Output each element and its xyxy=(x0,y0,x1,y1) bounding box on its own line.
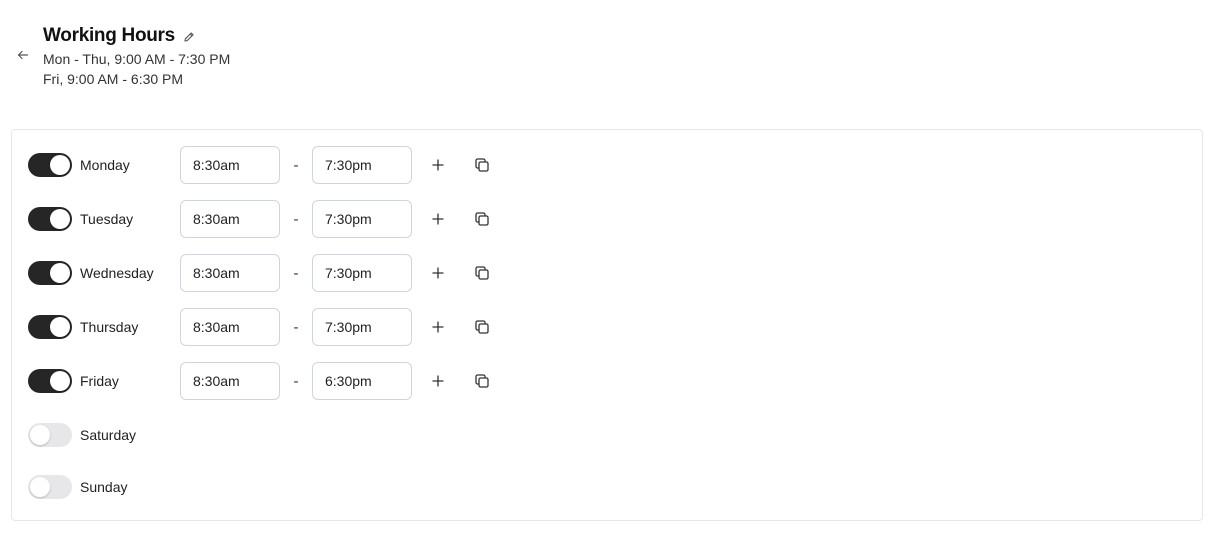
day-label-tuesday: Tuesday xyxy=(80,211,134,227)
day-label-friday: Friday xyxy=(80,373,119,389)
add-interval-button-monday[interactable] xyxy=(427,154,449,176)
edit-title-button[interactable] xyxy=(182,30,196,44)
copy-icon xyxy=(475,158,489,172)
start-time-thursday[interactable] xyxy=(180,308,280,346)
toggle-knob xyxy=(50,371,70,391)
day-label-thursday: Thursday xyxy=(80,319,139,335)
page-title: Working Hours xyxy=(43,25,175,46)
day-row-sunday: Sunday xyxy=(28,468,180,506)
plus-icon xyxy=(432,159,444,171)
arrow-left-icon xyxy=(17,50,29,60)
time-separator: - xyxy=(293,318,299,336)
copy-times-button-wednesday[interactable] xyxy=(471,262,493,284)
time-separator: - xyxy=(293,210,299,228)
toggle-friday[interactable] xyxy=(28,369,72,393)
toggle-knob xyxy=(50,155,70,175)
end-time-friday[interactable] xyxy=(312,362,412,400)
time-separator: - xyxy=(293,264,299,282)
end-time-tuesday[interactable] xyxy=(312,200,412,238)
start-time-monday[interactable] xyxy=(180,146,280,184)
day-row-monday: Monday - xyxy=(28,146,493,184)
day-label-sunday: Sunday xyxy=(80,479,128,495)
add-interval-button-thursday[interactable] xyxy=(427,316,449,338)
add-interval-button-wednesday[interactable] xyxy=(427,262,449,284)
time-separator: - xyxy=(293,156,299,174)
schedule-card: Monday - Tuesday - xyxy=(11,129,1203,521)
copy-icon xyxy=(475,266,489,280)
day-row-thursday: Thursday - xyxy=(28,308,493,346)
toggle-knob xyxy=(50,317,70,337)
day-label-monday: Monday xyxy=(80,157,130,173)
toggle-knob xyxy=(30,477,50,497)
title-row: Working Hours xyxy=(43,24,230,48)
toggle-monday[interactable] xyxy=(28,153,72,177)
pencil-icon xyxy=(184,32,194,42)
start-time-wednesday[interactable] xyxy=(180,254,280,292)
toggle-knob xyxy=(50,209,70,229)
copy-times-button-thursday[interactable] xyxy=(471,316,493,338)
schedule-summary-line-1: Mon - Thu, 9:00 AM - 7:30 PM xyxy=(43,51,231,67)
add-interval-button-friday[interactable] xyxy=(427,370,449,392)
page-header: Working Hours Mon - Thu, 9:00 AM - 7:30 … xyxy=(0,0,1214,120)
end-time-monday[interactable] xyxy=(312,146,412,184)
day-row-tuesday: Tuesday - xyxy=(28,200,493,238)
plus-icon xyxy=(432,267,444,279)
copy-icon xyxy=(475,320,489,334)
add-interval-button-tuesday[interactable] xyxy=(427,208,449,230)
copy-times-button-friday[interactable] xyxy=(471,370,493,392)
copy-icon xyxy=(475,374,489,388)
start-time-friday[interactable] xyxy=(180,362,280,400)
start-time-tuesday[interactable] xyxy=(180,200,280,238)
schedule-summary-line-2: Fri, 9:00 AM - 6:30 PM xyxy=(43,71,184,87)
time-separator: - xyxy=(293,372,299,390)
day-row-saturday: Saturday xyxy=(28,416,180,454)
day-label-wednesday: Wednesday xyxy=(80,265,154,281)
plus-icon xyxy=(432,213,444,225)
back-button[interactable] xyxy=(14,46,32,64)
copy-icon xyxy=(475,212,489,226)
day-label-saturday: Saturday xyxy=(80,427,137,443)
copy-times-button-tuesday[interactable] xyxy=(471,208,493,230)
toggle-saturday[interactable] xyxy=(28,423,72,447)
day-row-wednesday: Wednesday - xyxy=(28,254,493,292)
toggle-tuesday[interactable] xyxy=(28,207,72,231)
end-time-wednesday[interactable] xyxy=(312,254,412,292)
end-time-thursday[interactable] xyxy=(312,308,412,346)
title-block: Working Hours Mon - Thu, 9:00 AM - 7:30 … xyxy=(43,24,230,89)
toggle-wednesday[interactable] xyxy=(28,261,72,285)
plus-icon xyxy=(432,375,444,387)
plus-icon xyxy=(432,321,444,333)
copy-times-button-monday[interactable] xyxy=(471,154,493,176)
toggle-sunday[interactable] xyxy=(28,475,72,499)
day-row-friday: Friday - xyxy=(28,362,493,400)
toggle-thursday[interactable] xyxy=(28,315,72,339)
toggle-knob xyxy=(30,425,50,445)
toggle-knob xyxy=(50,263,70,283)
